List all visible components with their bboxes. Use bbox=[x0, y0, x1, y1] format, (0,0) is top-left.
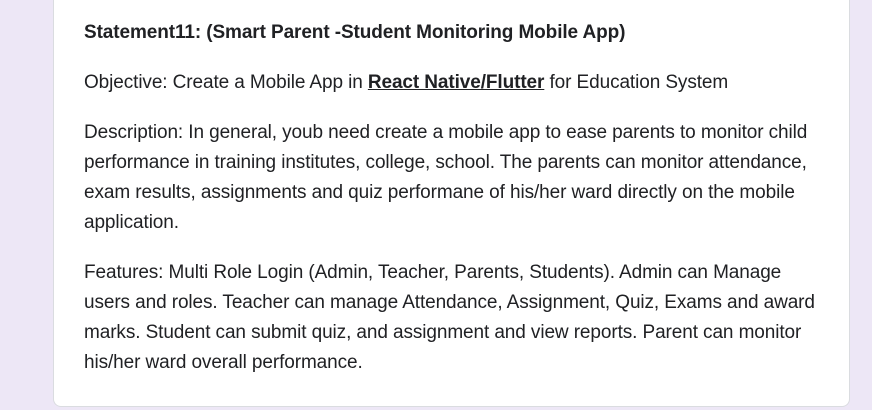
statement-title: Statement11: (Smart Parent -Student Moni… bbox=[84, 22, 626, 43]
statement-content: Statement11: (Smart Parent -Student Moni… bbox=[84, 18, 824, 398]
features-paragraph: Features: Multi Role Login (Admin, Teach… bbox=[84, 262, 815, 373]
statement-card: Statement11: (Smart Parent -Student Moni… bbox=[53, 0, 850, 407]
react-native-flutter-link[interactable]: React Native/Flutter bbox=[368, 72, 545, 93]
objective-paragraph: Objective: Create a Mobile App in React … bbox=[84, 68, 824, 98]
objective-suffix: for Education System bbox=[544, 72, 729, 93]
description-paragraph: Description: In general, youb need creat… bbox=[84, 122, 808, 233]
objective-prefix: Objective: Create a Mobile App in bbox=[84, 72, 368, 93]
